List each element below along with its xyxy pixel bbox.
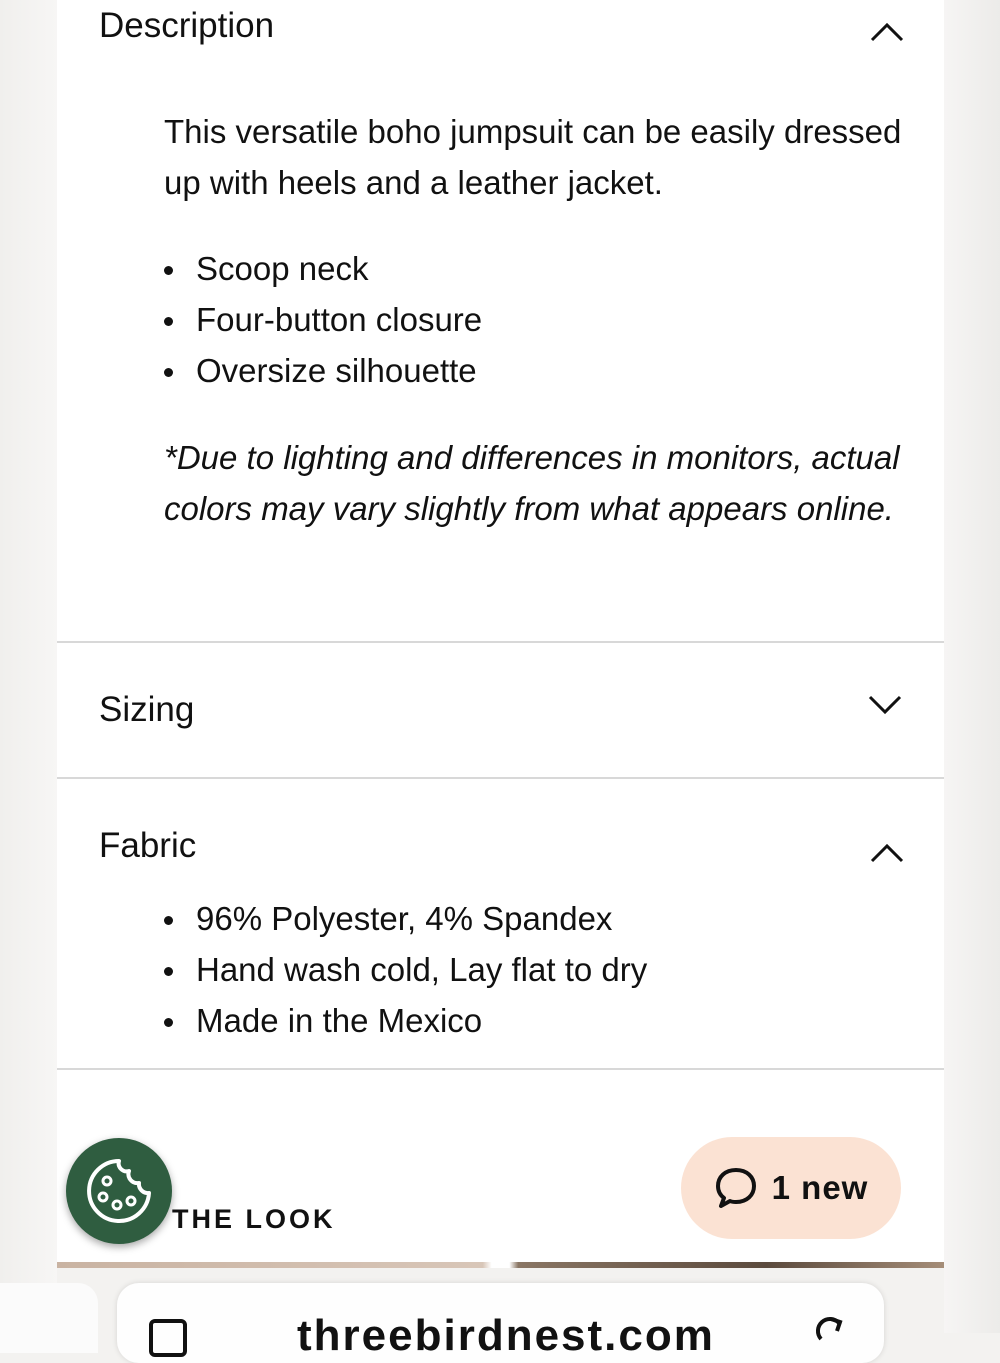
description-header[interactable]: Description — [99, 6, 274, 46]
the-look-heading: THE LOOK — [172, 1204, 336, 1234]
sizing-header[interactable]: Sizing — [99, 690, 194, 730]
divider — [57, 777, 944, 779]
list-item: Made in the Mexico — [164, 995, 647, 1046]
tab-card[interactable] — [0, 1283, 98, 1353]
address-bar[interactable]: threebirdnest.com — [117, 1283, 884, 1363]
left-backdrop — [0, 0, 57, 1333]
chevron-down-icon[interactable] — [865, 684, 905, 724]
list-item: Four-button closure — [164, 294, 482, 345]
right-backdrop — [944, 0, 1000, 1333]
list-item: Scoop neck — [164, 243, 482, 294]
divider — [57, 641, 944, 643]
color-disclaimer: *Due to lighting and differences in moni… — [164, 439, 900, 527]
product-details-panel: Description This versatile boho jumpsuit… — [57, 0, 944, 1262]
chat-button[interactable]: 1 new — [681, 1137, 901, 1239]
list-item: 96% Polyester, 4% Spandex — [164, 893, 647, 944]
description-bullets: Scoop neck Four-button closure Oversize … — [164, 243, 482, 396]
list-item: Hand wash cold, Lay flat to dry — [164, 944, 647, 995]
description-text: This versatile boho jumpsuit can be easi… — [164, 113, 902, 201]
chat-bubble-icon — [715, 1168, 756, 1208]
cookie-settings-button[interactable] — [66, 1138, 172, 1244]
chevron-up-icon[interactable] — [867, 12, 907, 52]
cookie-icon — [87, 1159, 151, 1223]
fabric-header[interactable]: Fabric — [99, 826, 196, 866]
fabric-bullets: 96% Polyester, 4% Spandex Hand wash cold… — [164, 893, 647, 1046]
chat-new-count: 1 new — [771, 1169, 869, 1206]
divider — [57, 1068, 944, 1070]
tabs-icon[interactable] — [149, 1319, 187, 1357]
list-item: Oversize silhouette — [164, 345, 482, 396]
product-image-strip — [57, 1262, 944, 1268]
chevron-up-icon[interactable] — [867, 833, 907, 873]
reload-icon[interactable] — [813, 1311, 849, 1347]
url-text: threebirdnest.com — [297, 1311, 715, 1360]
